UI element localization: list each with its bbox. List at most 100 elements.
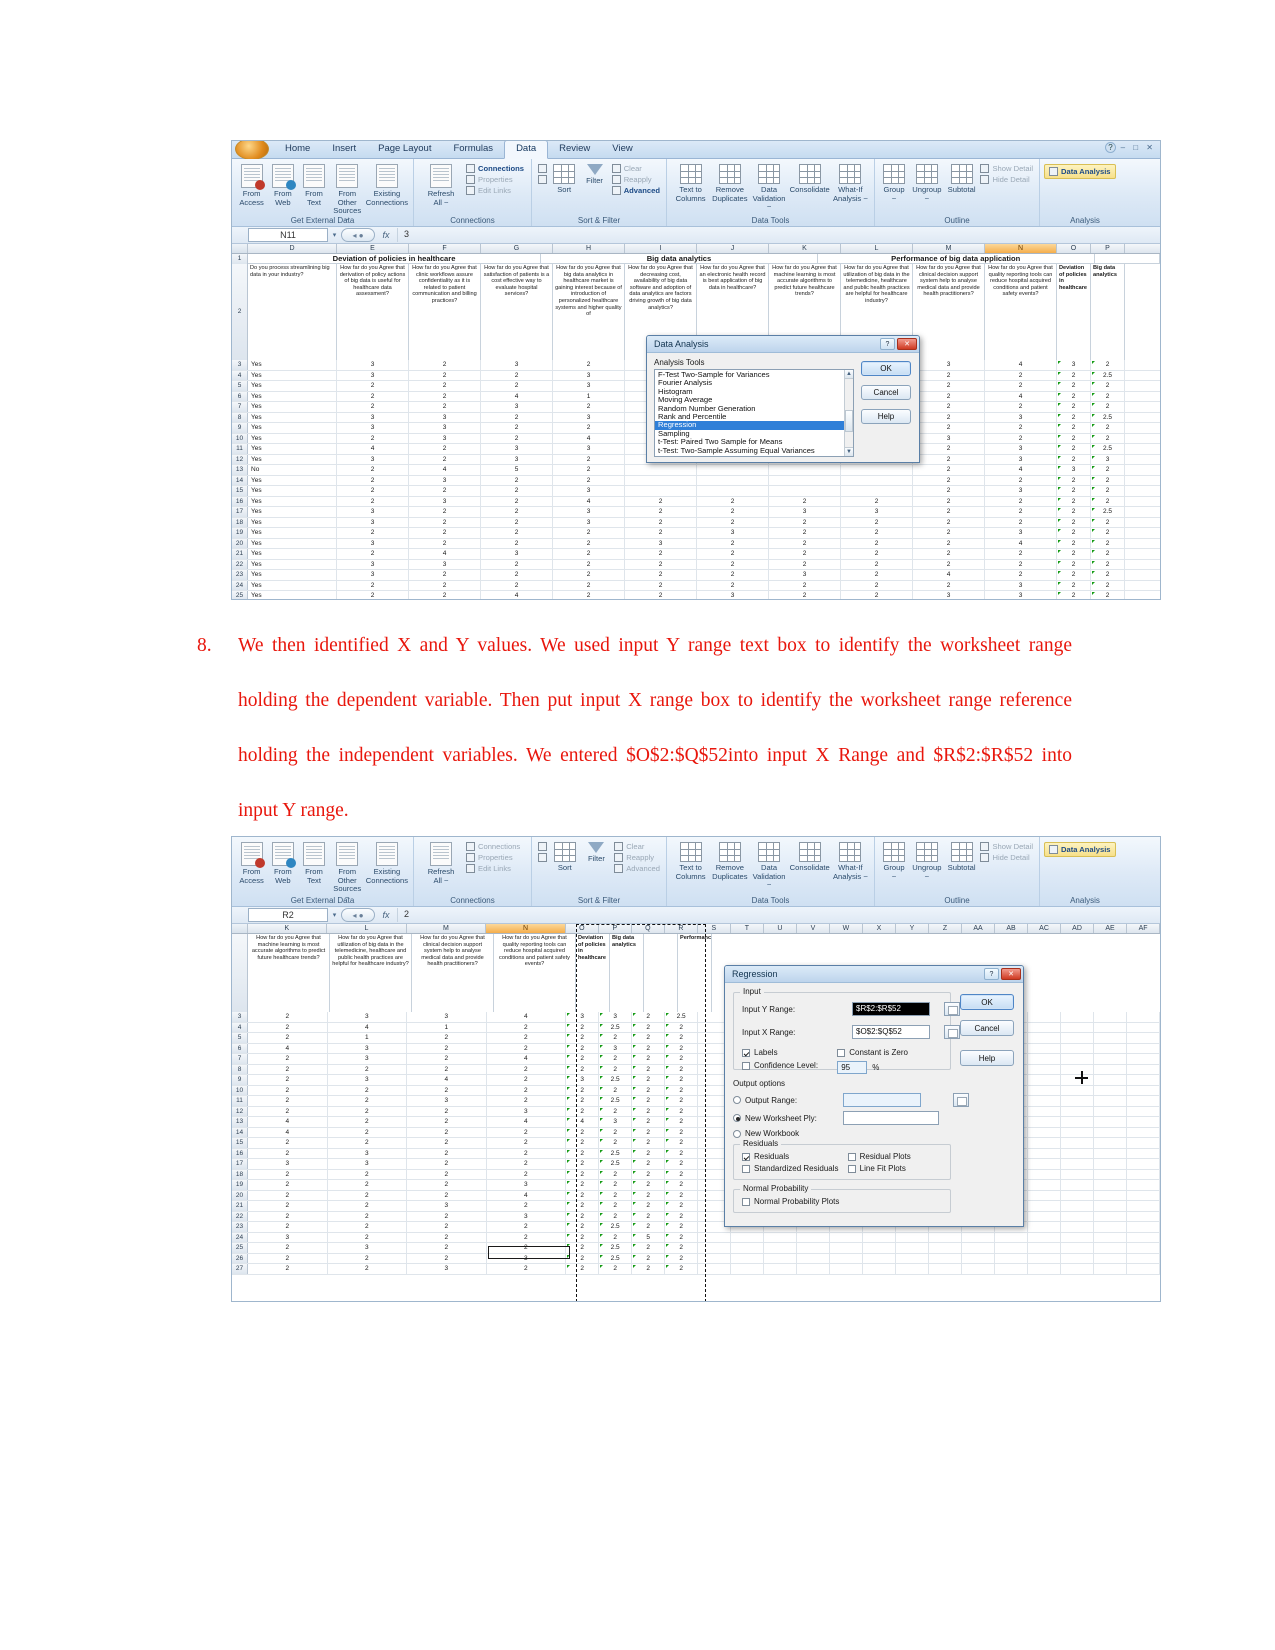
- table-cell[interactable]: [1127, 1106, 1160, 1116]
- table-cell[interactable]: 2: [481, 370, 553, 380]
- col-J[interactable]: J: [697, 244, 769, 253]
- table-cell[interactable]: 2: [328, 1096, 408, 1106]
- table-cell[interactable]: [1127, 1096, 1160, 1106]
- table-cell[interactable]: 2: [769, 591, 841, 599]
- table-cell[interactable]: [1127, 1190, 1160, 1200]
- table-cell[interactable]: 2: [985, 517, 1057, 527]
- table-cell[interactable]: [1127, 1117, 1160, 1127]
- table-cell[interactable]: 2: [409, 580, 481, 590]
- table-cell[interactable]: 2.5: [599, 1243, 633, 1253]
- table-cell[interactable]: 2: [566, 1085, 600, 1095]
- table-cell[interactable]: 3: [487, 1180, 567, 1190]
- table-cell[interactable]: 2: [985, 402, 1057, 412]
- table-cell[interactable]: 2: [328, 1253, 408, 1263]
- table-cell[interactable]: 2: [841, 549, 913, 559]
- table-cell[interactable]: 2: [1057, 454, 1091, 464]
- row-number[interactable]: 10: [232, 433, 248, 443]
- row-number[interactable]: 18: [232, 517, 248, 527]
- table-cell[interactable]: 2: [599, 1033, 633, 1043]
- table-cell[interactable]: [1061, 1106, 1095, 1116]
- table-cell[interactable]: 2: [409, 570, 481, 580]
- row-number[interactable]: 10: [232, 1085, 248, 1095]
- table-cell[interactable]: 2: [841, 591, 913, 599]
- table-cell[interactable]: 2: [1057, 381, 1091, 391]
- tab-page-layout[interactable]: Page Layout: [367, 141, 442, 158]
- table-cell[interactable]: [1127, 1169, 1160, 1179]
- row-number[interactable]: 15: [232, 486, 248, 496]
- table-row[interactable]: 27 2 2 3 2 2 2 2 2: [232, 1264, 1160, 1275]
- col-AC[interactable]: AC: [1028, 924, 1062, 933]
- table-cell[interactable]: 2: [409, 517, 481, 527]
- sort-button-2[interactable]: Sort: [549, 840, 581, 873]
- table-cell[interactable]: [841, 465, 913, 475]
- table-cell[interactable]: 2: [553, 538, 625, 548]
- data-validation-button[interactable]: Data Validation ~: [749, 162, 788, 212]
- table-cell[interactable]: 2: [632, 1127, 666, 1137]
- table-row[interactable]: 20 Yes 3 2 2 2 3 2 2 2 2 4 2 2: [232, 538, 1160, 549]
- table-cell[interactable]: 2: [407, 1222, 487, 1232]
- table-cell[interactable]: 2: [566, 1033, 600, 1043]
- table-cell[interactable]: 2: [409, 486, 481, 496]
- table-cell[interactable]: [731, 1243, 765, 1253]
- table-cell[interactable]: 2: [487, 1243, 567, 1253]
- table-cell[interactable]: [1061, 1243, 1095, 1253]
- table-cell[interactable]: [1127, 1127, 1160, 1137]
- table-cell[interactable]: 2: [407, 1138, 487, 1148]
- table-cell[interactable]: 2: [566, 1180, 600, 1190]
- table-cell[interactable]: 2: [487, 1264, 567, 1274]
- table-cell[interactable]: 2: [1091, 475, 1125, 485]
- advanced-button[interactable]: Advanced: [611, 186, 660, 195]
- table-cell[interactable]: [1127, 1012, 1160, 1022]
- table-cell[interactable]: 2: [913, 381, 985, 391]
- table-cell[interactable]: 2: [1057, 538, 1091, 548]
- table-cell[interactable]: 2: [487, 1096, 567, 1106]
- table-cell[interactable]: 1: [328, 1033, 408, 1043]
- table-cell[interactable]: [1094, 1243, 1128, 1253]
- table-cell[interactable]: 2: [632, 1138, 666, 1148]
- table-cell[interactable]: 2: [337, 580, 409, 590]
- table-cell[interactable]: 2: [665, 1148, 699, 1158]
- formula-nav-buttons-2[interactable]: ◂ ●: [341, 908, 375, 922]
- col-K[interactable]: K: [248, 924, 328, 933]
- table-cell[interactable]: 2: [625, 549, 697, 559]
- consolidate-button-2[interactable]: Consolidate: [789, 840, 831, 873]
- table-cell[interactable]: 2: [1057, 433, 1091, 443]
- col-O[interactable]: O: [566, 924, 599, 933]
- row-number[interactable]: 18: [232, 1169, 248, 1179]
- table-cell[interactable]: [769, 475, 841, 485]
- table-cell[interactable]: 2: [599, 1054, 633, 1064]
- table-cell[interactable]: 2: [1091, 423, 1125, 433]
- table-cell[interactable]: 2.5: [599, 1253, 633, 1263]
- table-cell[interactable]: 2: [697, 570, 769, 580]
- table-cell[interactable]: [1094, 1253, 1128, 1263]
- window-controls[interactable]: – □ ✕: [1121, 143, 1156, 152]
- row-number[interactable]: 8: [232, 412, 248, 422]
- table-cell[interactable]: Yes: [248, 559, 337, 569]
- table-cell[interactable]: [1061, 1169, 1095, 1179]
- table-cell[interactable]: 3: [553, 381, 625, 391]
- data-analysis-button-2[interactable]: Data Analysis: [1044, 842, 1116, 857]
- table-cell[interactable]: 2: [697, 559, 769, 569]
- table-cell[interactable]: 2: [407, 1211, 487, 1221]
- table-cell[interactable]: 2: [697, 517, 769, 527]
- table-cell[interactable]: [1061, 1022, 1095, 1032]
- existing-connections-button[interactable]: Existing Connections: [365, 162, 409, 207]
- table-cell[interactable]: 2.5: [599, 1075, 633, 1085]
- table-cell[interactable]: [1061, 1159, 1095, 1169]
- table-cell[interactable]: [863, 1232, 897, 1242]
- table-cell[interactable]: [1028, 1253, 1062, 1263]
- table-cell[interactable]: 2: [566, 1064, 600, 1074]
- table-cell[interactable]: 2: [328, 1180, 408, 1190]
- table-cell[interactable]: [962, 1264, 996, 1274]
- table-row[interactable]: 21 Yes 2 4 3 2 2 2 2 2 2 2 2 2: [232, 549, 1160, 560]
- table-cell[interactable]: 3: [553, 370, 625, 380]
- table-cell[interactable]: 2: [248, 1148, 328, 1158]
- table-cell[interactable]: 2: [553, 549, 625, 559]
- tab-formulas[interactable]: Formulas: [442, 141, 504, 158]
- table-cell[interactable]: 2: [566, 1253, 600, 1263]
- table-cell[interactable]: [1061, 1117, 1095, 1127]
- table-cell[interactable]: 2: [1091, 559, 1125, 569]
- col-P[interactable]: P: [1091, 244, 1125, 253]
- table-cell[interactable]: [1061, 1264, 1095, 1274]
- table-cell[interactable]: 3: [985, 444, 1057, 454]
